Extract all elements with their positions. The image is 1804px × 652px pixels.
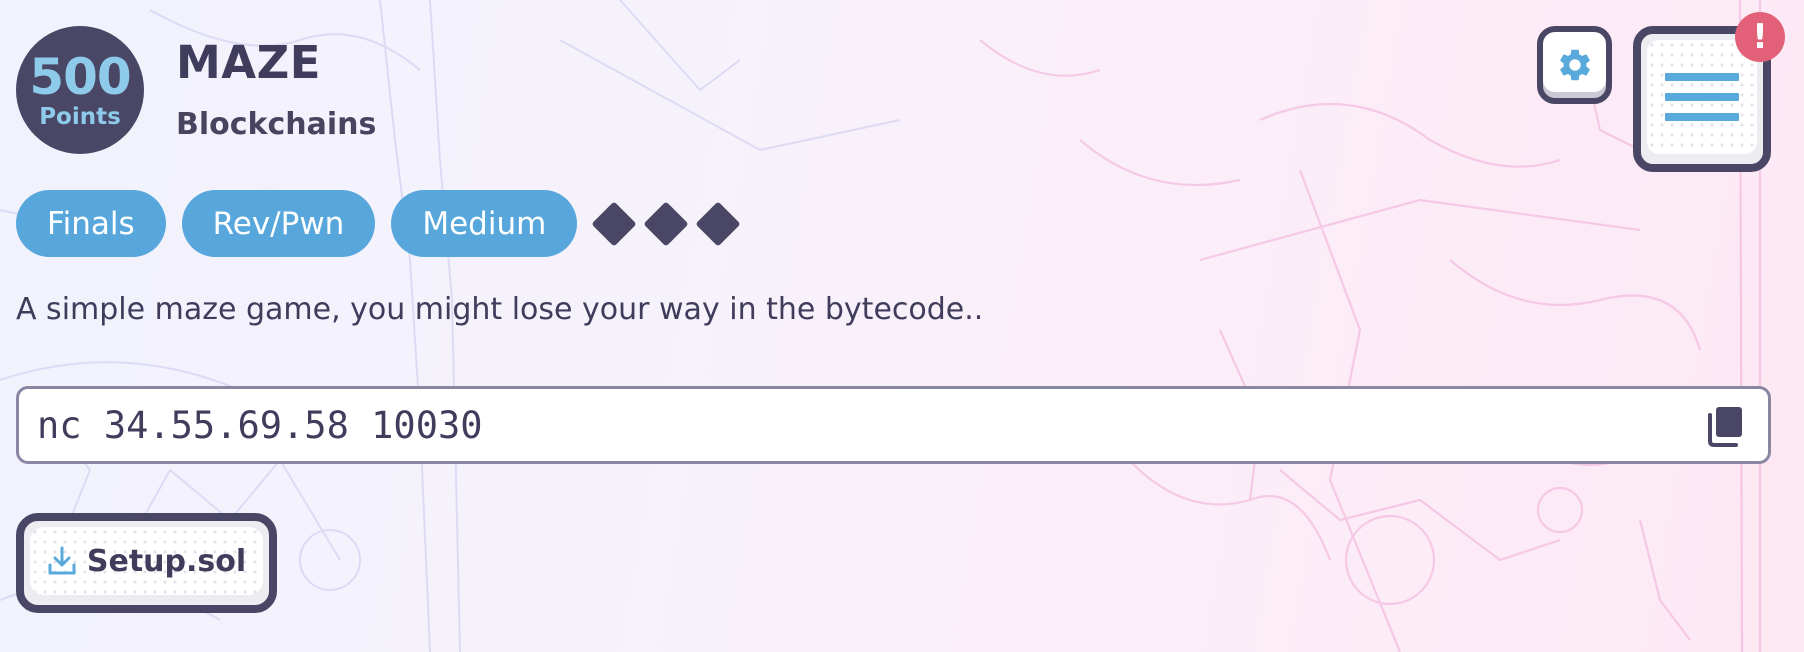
download-button-face: Setup.sol [30, 527, 263, 595]
download-file-button[interactable]: Setup.sol [16, 513, 277, 613]
diamond-icon [695, 200, 741, 247]
points-badge: 500 Points [16, 26, 144, 154]
diamond-icon [591, 200, 637, 247]
gear-icon [1559, 49, 1590, 81]
tag-event: Finals [16, 190, 166, 257]
challenge-category: Blockchains [176, 107, 377, 142]
download-icon [48, 546, 76, 575]
connection-field[interactable]: nc 34.55.69.58 10030 [16, 386, 1771, 464]
tag-type: Rev/Pwn [181, 190, 376, 257]
points-value: 500 [29, 48, 131, 106]
tag-difficulty: Medium [391, 190, 578, 257]
connection-text[interactable]: nc 34.55.69.58 10030 [37, 404, 483, 447]
diamond-icon [643, 200, 689, 247]
points-label: Points [39, 104, 121, 130]
alert-badge: ! [1735, 12, 1785, 62]
hamburger-menu-icon [1665, 73, 1739, 121]
difficulty-diamonds [591, 200, 741, 247]
challenge-description: A simple maze game, you might lose your … [16, 292, 984, 327]
tag-list: Finals Rev/Pwn Medium [16, 190, 741, 257]
challenge-title: MAZE [176, 36, 321, 89]
settings-button[interactable] [1537, 26, 1612, 104]
menu-button-face [1647, 40, 1757, 154]
download-file-label: Setup.sol [86, 543, 247, 579]
copy-icon[interactable] [1706, 405, 1746, 447]
